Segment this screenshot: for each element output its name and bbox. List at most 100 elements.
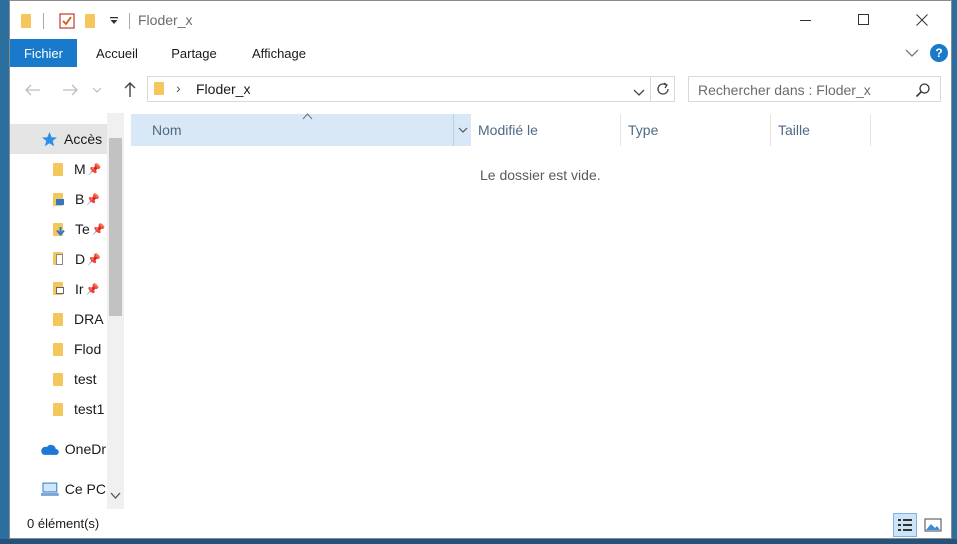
toolbar-divider: [43, 13, 44, 29]
nav-item-label: OneDr: [64, 441, 106, 457]
forward-arrow-icon: [63, 84, 78, 96]
tab-affichage[interactable]: Affichage: [241, 39, 317, 67]
onedrive-cloud-icon: [41, 444, 59, 455]
tab-accueil[interactable]: Accueil: [83, 39, 151, 67]
folder-icon: [53, 162, 63, 176]
refresh-icon[interactable]: [655, 81, 671, 100]
address-divider: [650, 77, 651, 101]
nav-item-pinned-folder[interactable]: M 📌: [10, 154, 106, 184]
nav-item-label: test1: [74, 401, 105, 417]
address-dropdown-chevron-icon[interactable]: [633, 84, 645, 100]
large-icons-view-icon: [924, 518, 942, 532]
nav-item-label: D: [75, 251, 86, 267]
nav-item-quick-access[interactable]: Accès: [10, 124, 107, 154]
nav-item-label: Ir: [75, 281, 84, 297]
column-header-size[interactable]: Taille: [778, 114, 810, 146]
address-bar[interactable]: › Floder_x: [147, 76, 675, 102]
folder-icon: [21, 11, 31, 31]
tab-partage[interactable]: Partage: [159, 39, 229, 67]
expand-ribbon-chevron-icon[interactable]: [905, 45, 919, 61]
toolbar-divider: [129, 13, 130, 29]
details-view-button[interactable]: [893, 513, 917, 537]
nav-item-label: M: [74, 161, 86, 177]
empty-folder-message: Le dossier est vide.: [480, 167, 601, 183]
column-header-type[interactable]: Type: [628, 114, 658, 146]
scrollbar-thumb[interactable]: [109, 138, 122, 316]
folder-icon: [53, 312, 63, 326]
taskbar: [0, 539, 957, 544]
explorer-window: Floder_x Fichier Accueil Partage Afficha…: [9, 0, 952, 539]
folder-icon: [53, 372, 63, 386]
tab-fichier[interactable]: Fichier: [10, 39, 77, 67]
column-divider[interactable]: [870, 114, 871, 146]
minimize-icon: [800, 20, 811, 21]
minimize-button[interactable]: [777, 1, 835, 39]
column-header-modified[interactable]: Modifié le: [478, 114, 538, 146]
forward-button[interactable]: [58, 77, 82, 103]
nav-item-label: Accès: [64, 131, 103, 147]
status-item-count: 0 élément(s): [27, 516, 100, 531]
nav-item-label: Flod: [74, 341, 102, 357]
column-divider[interactable]: [620, 114, 621, 146]
nav-item-label: DRA: [74, 311, 104, 327]
search-box[interactable]: Rechercher dans : Floder_x: [688, 76, 941, 102]
ribbon-tabs: Fichier Accueil Partage Affichage ?: [10, 39, 951, 67]
new-folder-icon[interactable]: [85, 11, 95, 31]
up-button[interactable]: [118, 77, 142, 103]
search-input[interactable]: Rechercher dans : Floder_x: [698, 82, 871, 98]
large-icons-view-button[interactable]: [921, 513, 945, 537]
documents-folder-icon: [53, 252, 64, 266]
downloads-folder-icon: [53, 222, 65, 236]
breadcrumb-folder[interactable]: Floder_x: [196, 81, 250, 97]
up-arrow-icon: [124, 82, 136, 97]
navigation-pane: Accès M 📌 B 📌 Te 📌 D 📌 Ir 📌 DRA Flod tes…: [10, 113, 126, 509]
nav-item-folder[interactable]: test1: [10, 394, 106, 424]
nav-item-documents[interactable]: D 📌: [10, 244, 106, 274]
recent-locations-button[interactable]: [90, 77, 104, 103]
pictures-folder-icon: [53, 282, 64, 296]
column-header-name[interactable]: [131, 114, 471, 146]
folder-icon: [53, 402, 63, 416]
title-bar: Floder_x: [10, 1, 951, 39]
star-icon: [42, 131, 57, 146]
nav-item-this-pc[interactable]: Ce PC: [10, 474, 106, 504]
back-arrow-icon: [25, 84, 40, 96]
maximize-icon: [858, 14, 869, 25]
column-divider[interactable]: [770, 114, 771, 146]
nav-item-label: B: [75, 191, 85, 207]
details-view-icon: [898, 519, 912, 531]
sort-ascending-icon: [302, 113, 313, 120]
breadcrumb-separator-icon: ›: [176, 80, 181, 96]
column-filter-chevron-icon[interactable]: [453, 114, 471, 146]
nav-item-folder[interactable]: test: [10, 364, 106, 394]
nav-item-label: test: [74, 371, 97, 387]
nav-item-pictures[interactable]: Ir 📌: [10, 274, 106, 304]
pin-icon: 📌: [85, 283, 100, 296]
nav-item-downloads[interactable]: Te 📌: [10, 214, 106, 244]
desktop-folder-icon: [53, 192, 64, 206]
pin-icon: 📌: [86, 193, 101, 206]
maximize-button[interactable]: [835, 1, 893, 39]
nav-item-folder[interactable]: Flod: [10, 334, 106, 364]
properties-checkbox-icon[interactable]: [59, 11, 75, 31]
back-button[interactable]: [21, 77, 45, 103]
pin-icon: 📌: [87, 253, 101, 266]
pin-icon: 📌: [91, 223, 106, 236]
computer-icon: [41, 482, 59, 496]
chevron-down-icon: [92, 87, 102, 93]
help-icon[interactable]: ?: [930, 44, 948, 62]
search-icon[interactable]: [915, 82, 931, 101]
nav-item-label: Ce PC: [64, 481, 106, 497]
nav-item-folder[interactable]: DRA: [10, 304, 106, 334]
nav-item-label: Te: [75, 221, 90, 237]
nav-item-onedrive[interactable]: OneDr: [10, 434, 106, 464]
nav-scrollbar[interactable]: [107, 113, 124, 509]
pin-icon: 📌: [87, 163, 102, 176]
close-button[interactable]: [893, 1, 951, 39]
folder-icon: [53, 342, 63, 356]
nav-item-desktop[interactable]: B 📌: [10, 184, 106, 214]
close-icon: [916, 14, 928, 26]
scroll-down-chevron-icon[interactable]: [110, 492, 121, 500]
column-label-name: Nom: [152, 122, 182, 138]
customize-dropdown-icon[interactable]: [109, 11, 119, 31]
